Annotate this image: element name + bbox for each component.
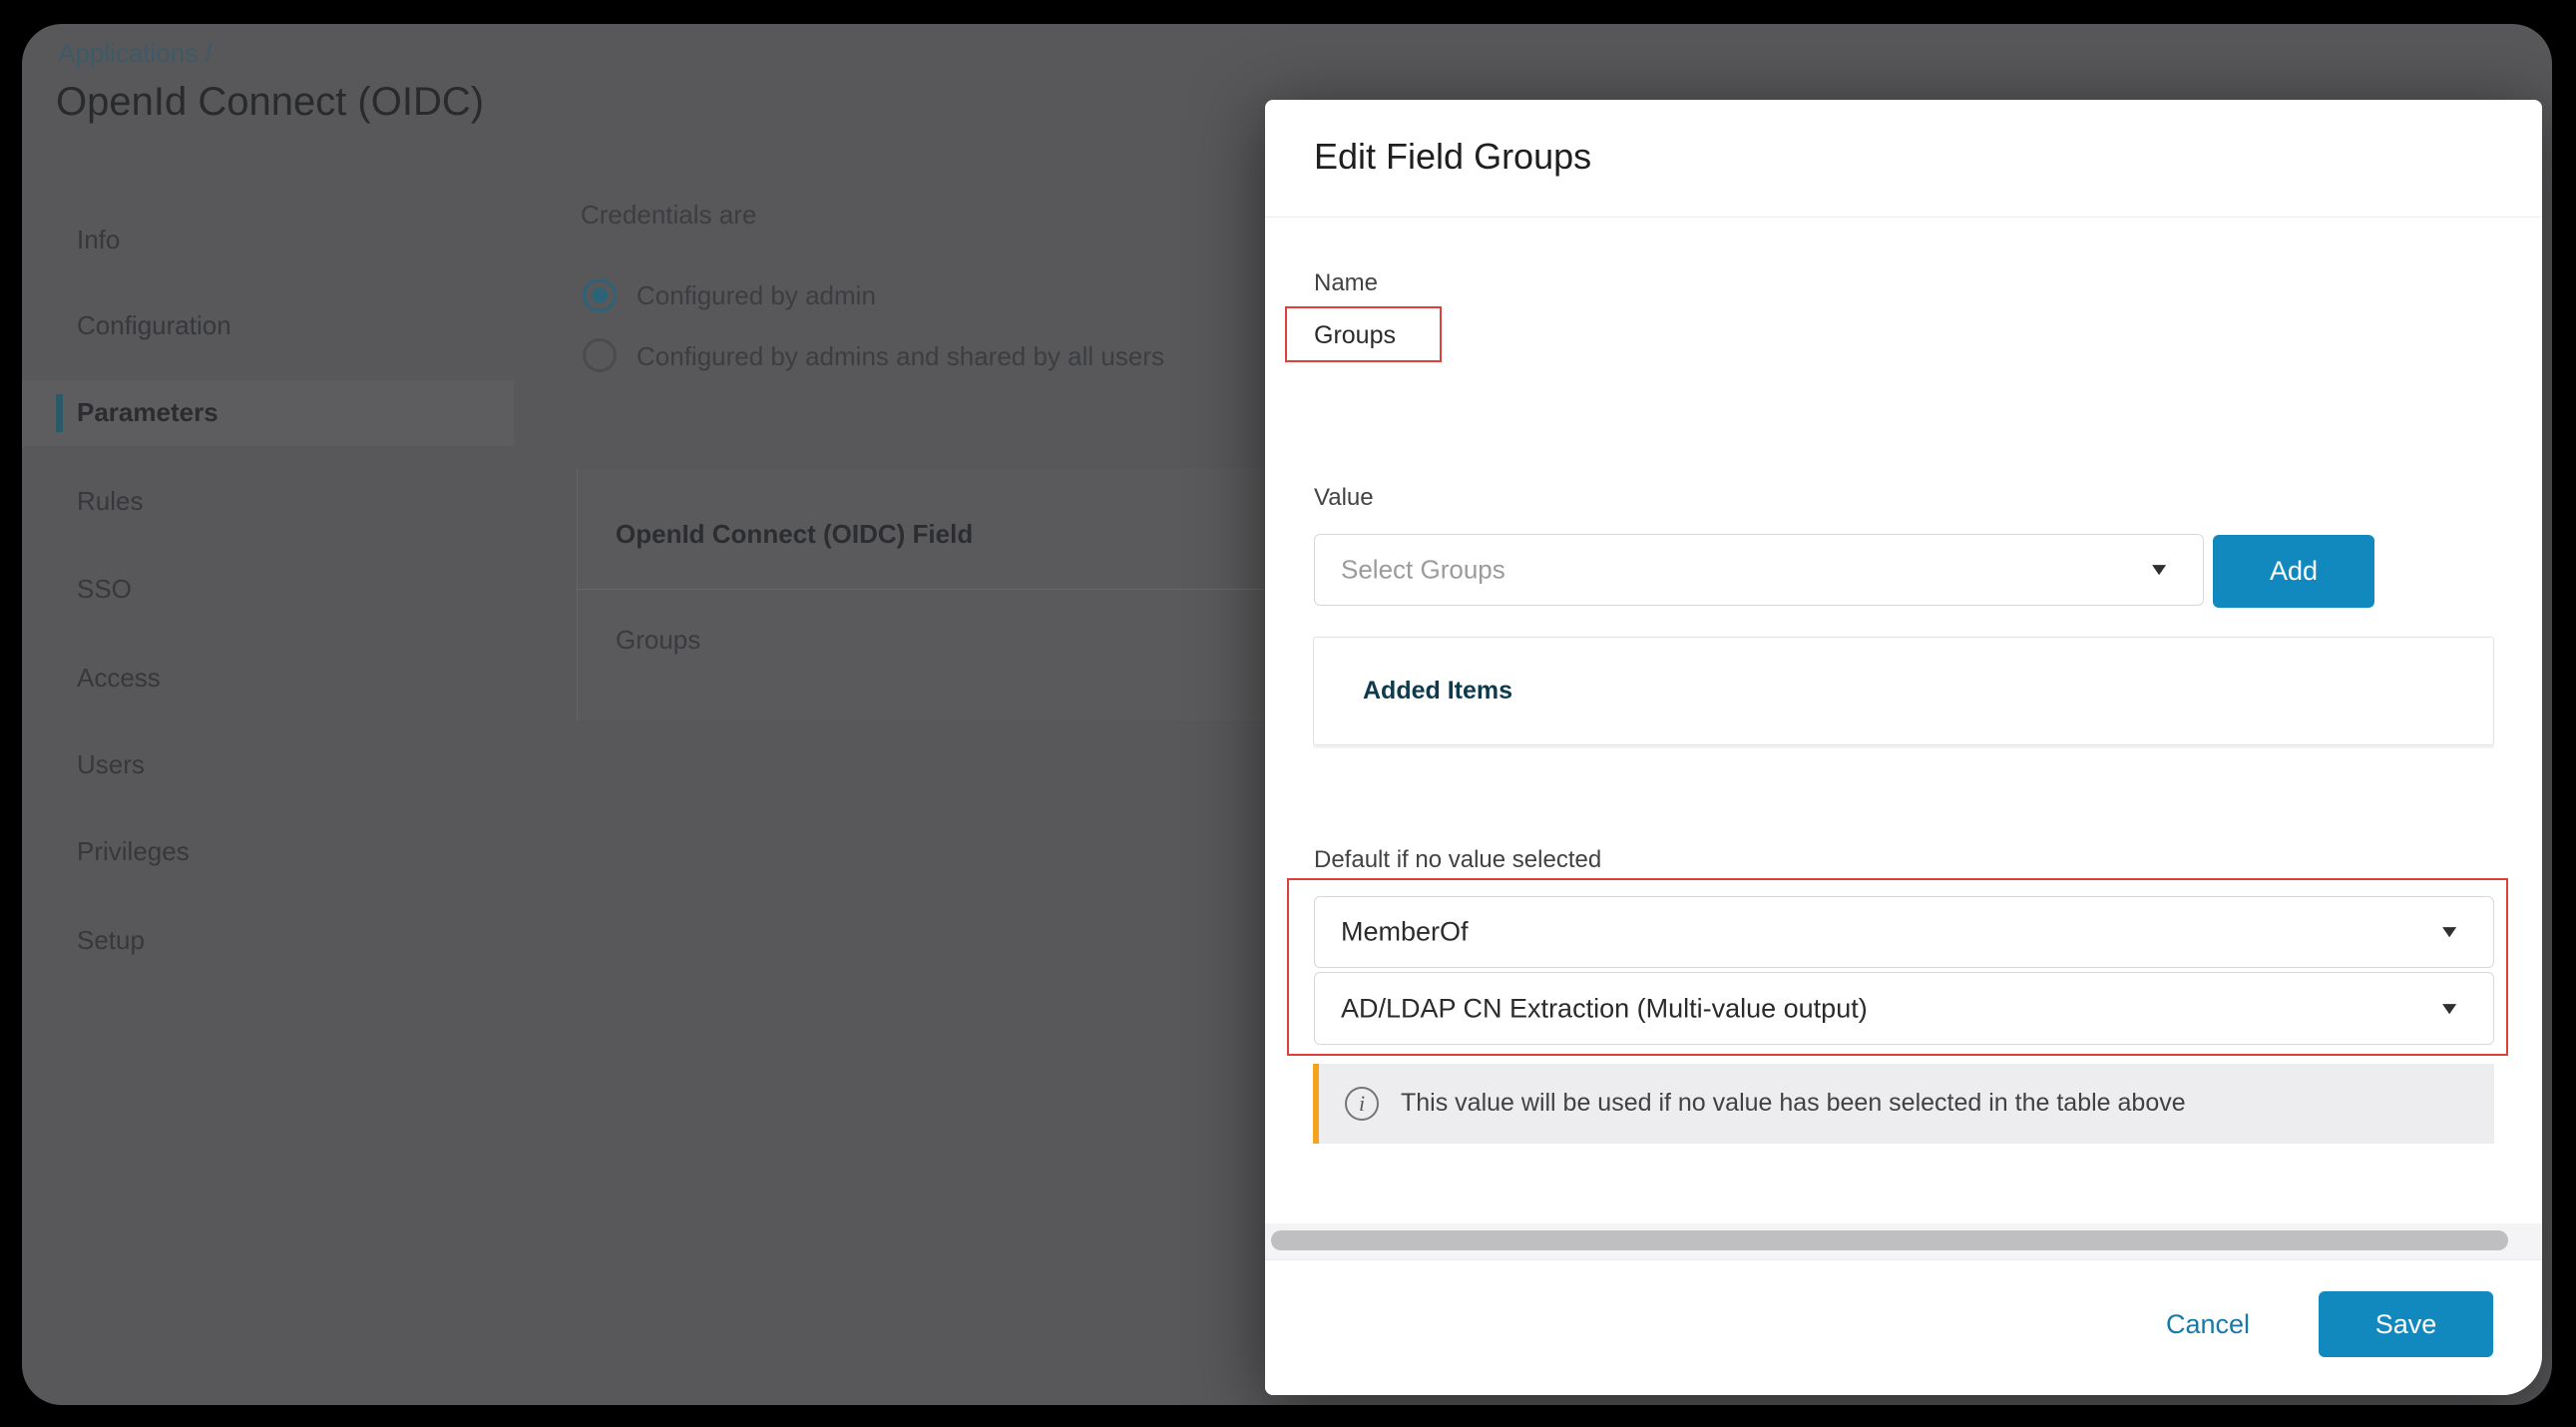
value-label: Value <box>1314 484 1374 512</box>
default-select-extraction-value: AD/LDAP CN Extraction (Multi-value outpu… <box>1341 993 1868 1024</box>
name-input-value: Groups <box>1314 321 1396 350</box>
fields-table-row-groups[interactable]: Groups <box>616 625 700 656</box>
edit-field-groups-modal: Edit Field Groups Name Groups Value Sele… <box>1265 100 2542 1395</box>
chevron-down-icon: ▼ <box>2437 998 2461 1018</box>
chevron-down-icon: ▼ <box>2437 922 2461 942</box>
add-button[interactable]: Add <box>2213 535 2374 608</box>
value-select-placeholder: Select Groups <box>1341 555 1505 586</box>
breadcrumb[interactable]: Applications / <box>58 38 213 69</box>
chevron-down-icon: ▼ <box>2147 560 2171 580</box>
sidebar-item-access[interactable]: Access <box>77 661 161 695</box>
name-label: Name <box>1314 269 1378 297</box>
sidebar-item-sso[interactable]: SSO <box>77 572 132 606</box>
info-banner-text: This value will be used if no value has … <box>1401 1089 2186 1118</box>
save-button[interactable]: Save <box>2319 1291 2493 1357</box>
name-input[interactable]: Groups <box>1285 306 1442 362</box>
screen: Applications / OpenId Connect (OIDC) Inf… <box>0 0 2576 1427</box>
sidebar-active-indicator <box>56 394 63 432</box>
sidebar-item-users[interactable]: Users <box>77 747 145 781</box>
sidebar-item-setup[interactable]: Setup <box>77 923 145 957</box>
modal-header-divider <box>1265 217 2542 218</box>
default-value-label: Default if no value selected <box>1314 846 1601 874</box>
info-banner: i This value will be used if no value ha… <box>1313 1064 2494 1144</box>
modal-title: Edit Field Groups <box>1314 136 1591 178</box>
added-items-title: Added Items <box>1363 677 1512 706</box>
default-select-memberof-value: MemberOf <box>1341 917 1469 948</box>
cancel-button[interactable]: Cancel <box>2143 1309 2273 1340</box>
radio-label-configured-by-admin: Configured by admin <box>637 280 876 311</box>
sidebar-item-info[interactable]: Info <box>77 223 120 256</box>
radio-label-configured-by-admins-shared: Configured by admins and shared by all u… <box>637 341 1164 372</box>
sidebar-item-privileges[interactable]: Privileges <box>77 834 190 868</box>
credentials-label: Credentials are <box>581 200 756 231</box>
value-select[interactable]: Select Groups ▼ <box>1314 534 2204 606</box>
sidebar-item-rules[interactable]: Rules <box>77 484 143 518</box>
sidebar-item-parameters[interactable]: Parameters <box>77 395 218 429</box>
fields-table-header: OpenId Connect (OIDC) Field <box>616 519 973 550</box>
sidebar-item-configuration[interactable]: Configuration <box>77 308 231 342</box>
horizontal-scrollbar-thumb[interactable] <box>1271 1230 2508 1250</box>
radio-configured-by-admins-shared[interactable] <box>583 338 617 372</box>
default-select-extraction[interactable]: AD/LDAP CN Extraction (Multi-value outpu… <box>1314 972 2494 1045</box>
fields-table-divider <box>577 589 1265 590</box>
default-select-memberof[interactable]: MemberOf ▼ <box>1314 896 2494 968</box>
fields-table <box>577 469 1265 720</box>
radio-configured-by-admin[interactable] <box>583 278 617 312</box>
added-items-panel: Added Items <box>1313 637 2494 745</box>
info-icon: i <box>1345 1087 1379 1121</box>
page-title: OpenId Connect (OIDC) <box>56 80 484 125</box>
